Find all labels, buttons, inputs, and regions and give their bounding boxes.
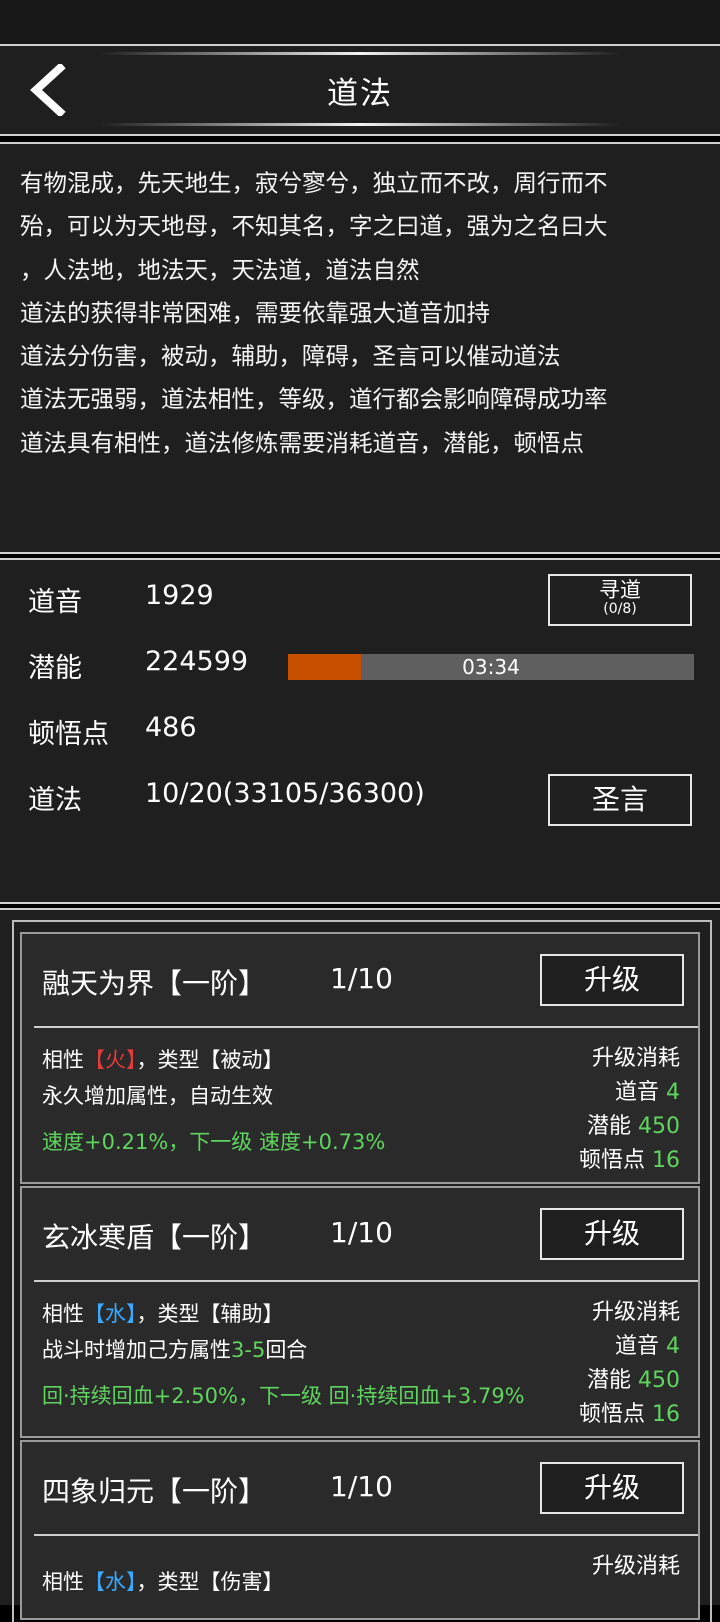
cost-value: 450 <box>638 1114 680 1139</box>
skill-name: 四象归元【一阶】 <box>42 1475 267 1508</box>
skill-effect: 回·持续回血+2.50%，下一级 回·持续回血+3.79% <box>42 1384 525 1408</box>
skill-card: 融天为界【一阶】 1/10 升级 相性【火】，类型【被动】 永久增加属性，自动生… <box>20 932 700 1184</box>
daoyin-value: 1929 <box>145 580 214 611</box>
skill-level: 1/10 <box>330 1470 393 1503</box>
skill-type: ，类型【被动】 <box>136 1048 284 1072</box>
description-text: 永久增加属性，自动生效 <box>42 1084 273 1108</box>
daofa-label: 道法 <box>28 785 82 816</box>
cost-value: 16 <box>652 1148 680 1173</box>
header-bar: 道法 <box>0 44 720 136</box>
dunwu-value: 486 <box>145 712 197 743</box>
skill-description: 永久增加属性，自动生效 <box>42 1080 273 1110</box>
xundao-button[interactable]: 寻道 (0/8) <box>548 574 692 626</box>
card-divider <box>34 1534 698 1536</box>
xundao-label: 寻道 <box>599 578 641 602</box>
cost-qianneng: 潜能 450 <box>587 1108 680 1140</box>
shengyan-button[interactable]: 圣言 <box>548 774 692 826</box>
skill-name: 融天为界【一阶】 <box>42 967 267 1000</box>
cost-daoyin: 道音 4 <box>615 1074 680 1106</box>
skill-card: 四象归元【一阶】 1/10 升级 相性【水】，类型【伤害】 升级消耗 <box>20 1440 700 1620</box>
description-line: ，人法地，地法天，天法道，道法自然 <box>20 255 420 284</box>
dunwu-label: 顿悟点 <box>28 719 109 750</box>
cost-title: 升级消耗 <box>591 1046 680 1071</box>
header-glow-bottom <box>100 123 620 126</box>
affinity-element: 【水】 <box>84 1302 137 1326</box>
upgrade-button[interactable]: 升级 <box>540 1462 684 1514</box>
cost-label: 道音 <box>614 1334 659 1359</box>
description-text: 战斗时增加己方属性 <box>42 1338 231 1362</box>
description-panel: 有物混成，先天地生，寂兮寥兮，独立而不改，周行而不 殆，可以为天地母，不知其名，… <box>0 142 720 554</box>
cost-label: 潜能 <box>586 1368 631 1393</box>
skill-card: 玄冰寒盾【一阶】 1/10 升级 相性【水】，类型【辅助】 战斗时增加己方属性3… <box>20 1186 700 1438</box>
status-bar <box>0 0 720 44</box>
description-line: 道法具有相性，道法修炼需要消耗道音，潜能，顿悟点 <box>20 428 584 457</box>
xundao-count: (0/8) <box>603 601 637 617</box>
skill-type: ，类型【辅助】 <box>136 1302 284 1326</box>
description-line: 道法的获得非常困难，需要依靠强大道音加持 <box>20 298 490 327</box>
cost-value: 4 <box>666 1334 680 1359</box>
cost-qianneng: 潜能 450 <box>587 1362 680 1394</box>
skill-type: ，类型【伤害】 <box>136 1570 284 1594</box>
qianneng-value: 224599 <box>145 646 249 677</box>
card-divider <box>34 1280 698 1282</box>
description-line: 道法分伤害，被动，辅助，障碍，圣言可以催动道法 <box>20 342 561 371</box>
qianneng-label: 潜能 <box>28 653 82 684</box>
skill-name: 玄冰寒盾【一阶】 <box>42 1221 267 1254</box>
description-highlight: 3-5 <box>231 1338 266 1362</box>
cost-value: 16 <box>652 1402 680 1427</box>
skill-effect: 速度+0.21%，下一级 速度+0.73% <box>42 1130 386 1154</box>
skill-affinity-type: 相性【火】，类型【被动】 <box>42 1044 284 1074</box>
daoyin-label: 道音 <box>28 587 82 618</box>
affinity-element: 【火】 <box>84 1048 137 1072</box>
skill-description: 战斗时增加己方属性3-5回合 <box>42 1334 307 1364</box>
cost-value: 4 <box>666 1080 680 1105</box>
description-line: 道法无强弱，道法相性，等级，道行都会影响障碍成功率 <box>20 385 608 414</box>
affinity-element: 【水】 <box>84 1570 137 1594</box>
timer-text: 03:34 <box>462 655 520 679</box>
cost-dunwu: 顿悟点 16 <box>579 1396 680 1428</box>
cost-title: 升级消耗 <box>591 1554 680 1579</box>
description-text-end: 回合 <box>265 1338 308 1362</box>
skill-affinity-type: 相性【水】，类型【伤害】 <box>42 1566 284 1596</box>
daofa-value: 10/20(33105/36300) <box>145 778 425 809</box>
description-line: 殆，可以为天地母，不知其名，字之曰道，强为之名曰大 <box>20 212 608 241</box>
cost-label: 道音 <box>614 1080 659 1105</box>
cooldown-progress-bar: 03:34 <box>288 654 694 680</box>
upgrade-button[interactable]: 升级 <box>540 1208 684 1260</box>
page-title: 道法 <box>327 76 393 112</box>
cost-title: 升级消耗 <box>591 1300 680 1325</box>
upgrade-button[interactable]: 升级 <box>540 954 684 1006</box>
skill-level: 1/10 <box>330 962 393 995</box>
header-glow-top <box>100 52 620 55</box>
cost-value: 450 <box>638 1368 680 1393</box>
cost-daoyin: 道音 4 <box>615 1328 680 1360</box>
affinity-prefix: 相性 <box>42 1048 84 1072</box>
cost-label: 顿悟点 <box>578 1402 645 1427</box>
cost-label: 潜能 <box>586 1114 631 1139</box>
skill-level: 1/10 <box>330 1216 393 1249</box>
affinity-prefix: 相性 <box>42 1570 84 1594</box>
cost-dunwu: 顿悟点 16 <box>579 1142 680 1174</box>
skill-affinity-type: 相性【水】，类型【辅助】 <box>42 1298 284 1328</box>
card-divider <box>34 1026 698 1028</box>
description-line: 有物混成，先天地生，寂兮寥兮，独立而不改，周行而不 <box>20 169 608 197</box>
cost-label: 顿悟点 <box>578 1148 645 1173</box>
affinity-prefix: 相性 <box>42 1302 84 1326</box>
